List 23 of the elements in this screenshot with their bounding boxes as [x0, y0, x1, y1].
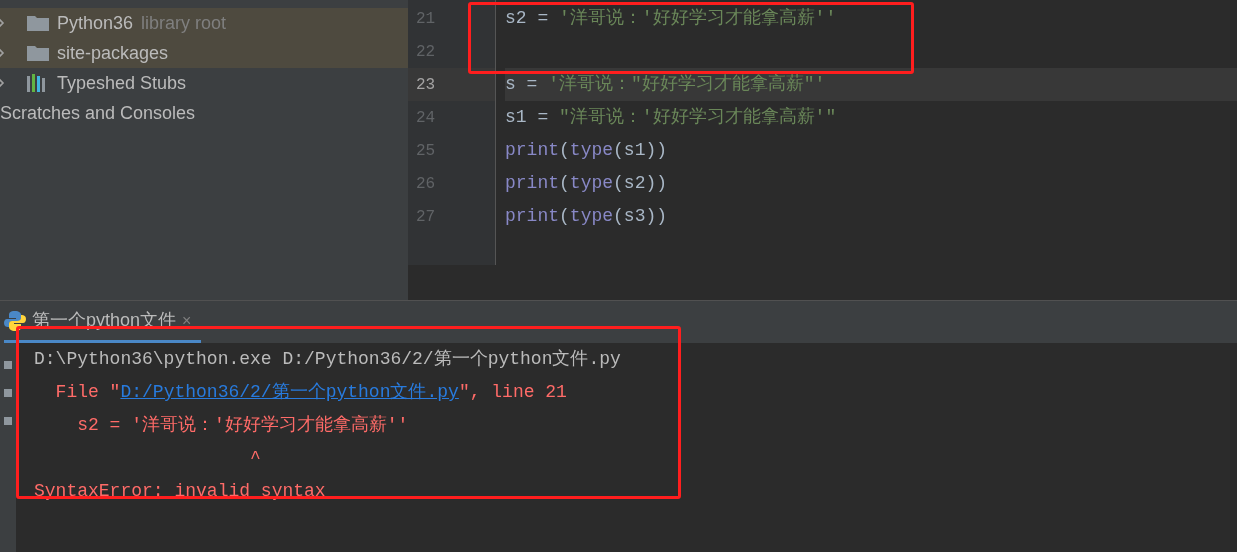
- item-note: library root: [141, 11, 227, 35]
- tree-item[interactable]: Python36 library root: [0, 8, 408, 38]
- item-label: Python36: [57, 11, 134, 35]
- folder-icon: [27, 45, 49, 61]
- line-number: 23: [416, 74, 436, 96]
- console-line: D:\Python36\python.exe D:/Python36/2/第一个python文件.py: [34, 348, 622, 371]
- folder-icon: [27, 15, 49, 31]
- code-line: s1 = "洋哥说：'好好学习才能拿高薪'": [505, 106, 838, 129]
- tree-item[interactable]: Scratches and Consoles: [0, 98, 408, 128]
- code-line: print(type(s3)): [505, 205, 669, 228]
- code-line: print(type(s1)): [505, 139, 669, 162]
- item-label: site-packages: [57, 41, 169, 65]
- console-line: ^: [249, 447, 262, 470]
- console-line: s2 = '洋哥说：'好好学习才能拿高薪'': [76, 414, 410, 437]
- code-line: s2 = '洋哥说：'好好学习才能拿高薪'': [505, 7, 838, 30]
- item-label: Typeshed Stubs: [57, 71, 187, 95]
- console-line: File "D:/Python36/2/第一个python文件.py", line 21: [54, 381, 568, 404]
- code-line: print(type(s2)): [505, 172, 669, 195]
- python-icon: [4, 309, 26, 332]
- tree-item[interactable]: site-packages: [0, 38, 408, 68]
- tree-item[interactable]: Typeshed Stubs: [0, 68, 408, 98]
- item-label: Scratches and Consoles: [0, 101, 196, 125]
- console-line: SyntaxError: invalid syntax: [34, 480, 327, 503]
